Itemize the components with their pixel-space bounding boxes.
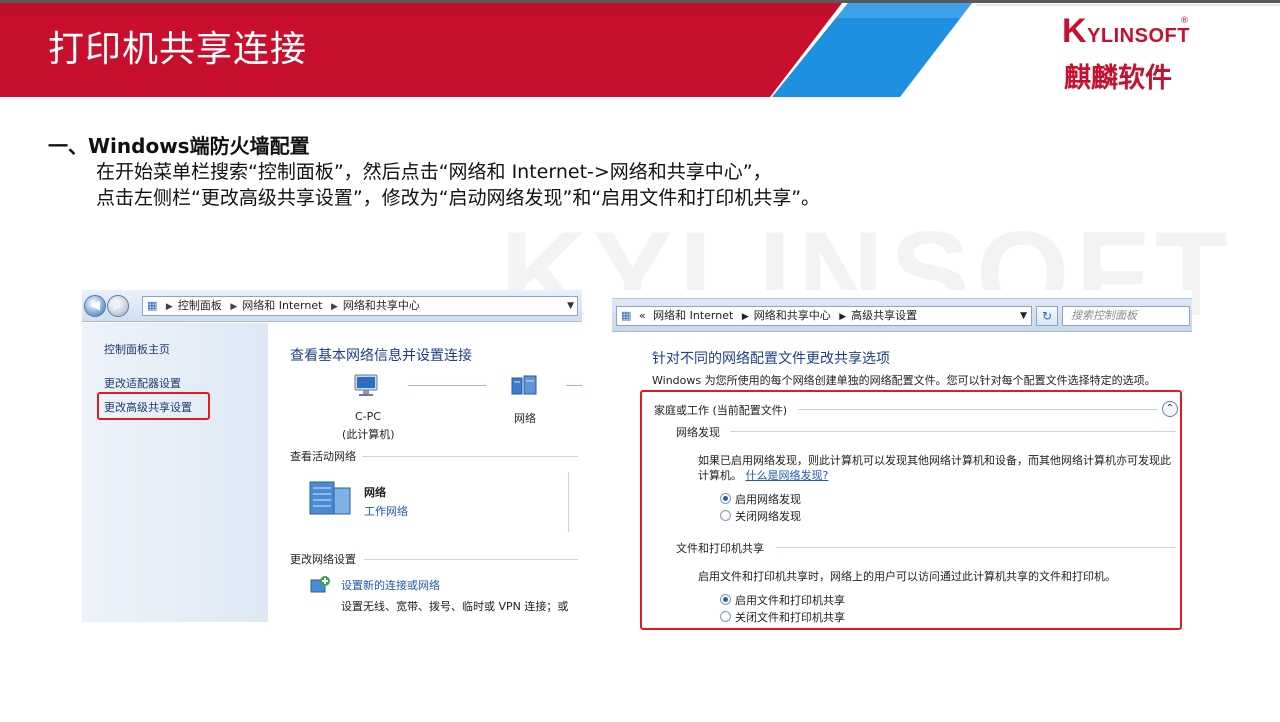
discovery-on-label[interactable]: 启用网络发现 — [735, 491, 801, 507]
highlight-box — [640, 390, 1182, 630]
sharing-description: 启用文件和打印机共享时，网络上的用户可以访问通过此计算机共享的文件和打印机。 — [698, 570, 1116, 583]
breadcrumb-item[interactable]: 控制面板 — [178, 299, 222, 312]
network-label: 网络 — [514, 412, 536, 425]
sharing-off-label[interactable]: 关闭文件和打印机共享 — [735, 609, 845, 625]
screenshot-network-sharing-center: ◀ ▶ ▦ ▶ 控制面板 ▶ 网络和 Internet ▶ 网络和共享中心 ▼ 控制面… — [82, 290, 582, 622]
collapse-icon[interactable]: ⌃ — [1162, 401, 1178, 417]
section-text: 一、Windows端防火墙配置 在开始菜单栏搜索“控制面板”，然后点击“网络和 … — [48, 130, 820, 211]
sidebar-item-control-panel-home[interactable]: 控制面板主页 — [104, 341, 170, 357]
network-icon — [511, 375, 537, 395]
divider — [798, 409, 1158, 410]
breadcrumb[interactable]: ▦ « 网络和 Internet ▶ 网络和共享中心 ▶ 高级共享设置 ▼ — [616, 306, 1032, 326]
network-type-link[interactable]: 工作网络 — [364, 503, 408, 519]
pc-name: C-PC — [355, 410, 381, 423]
breadcrumb[interactable]: ▦ ▶ 控制面板 ▶ 网络和 Internet ▶ 网络和共享中心 ▼ — [142, 296, 578, 316]
instruction-line-1: 在开始菜单栏搜索“控制面板”，然后点击“网络和 Internet->网络和共享中… — [96, 161, 772, 183]
sharing-heading: 文件和打印机共享 — [676, 542, 764, 555]
page-title: 打印机共享连接 — [48, 29, 308, 70]
search-input[interactable]: 搜索控制面板 — [1062, 306, 1190, 326]
address-bar: ▦ « 网络和 Internet ▶ 网络和共享中心 ▶ 高级共享设置 ▼ ↻ 搜索… — [612, 298, 1192, 332]
active-networks-label: 查看活动网络 — [290, 450, 356, 463]
page-description: Windows 为您所使用的每个网络创建单独的网络配置文件。您可以针对每个配置文… — [652, 374, 1156, 387]
chevron-down-icon[interactable]: ▼ — [1020, 307, 1027, 325]
discovery-description: 如果已启用网络发现，则此计算机可以发现其他网络计算机和设备，而其他网络计算机亦可… — [698, 454, 1171, 467]
logo-chinese: 麒麟软件 — [1064, 63, 1172, 94]
new-connection-icon — [310, 576, 330, 593]
breadcrumb-item[interactable]: 网络和 Internet — [242, 299, 322, 312]
page-heading: 针对不同的网络配置文件更改共享选项 — [652, 351, 890, 367]
header-banner: 打印机共享连接 KYLINSOFT ® 麒麟软件 — [0, 0, 1280, 97]
sharing-off-radio[interactable] — [720, 611, 731, 622]
breadcrumb-item[interactable]: 高级共享设置 — [851, 309, 917, 322]
setup-connection-description: 设置无线、宽带、拨号、临时或 VPN 连接；或 — [341, 600, 569, 613]
discovery-off-radio[interactable] — [720, 510, 731, 521]
connection-line — [566, 385, 582, 386]
pc-subtitle: (此计算机) — [342, 428, 395, 441]
change-network-settings-label: 更改网络设置 — [290, 553, 356, 566]
forward-arrow-icon[interactable]: ▶ — [107, 295, 129, 317]
breadcrumb-item[interactable]: 网络和共享中心 — [343, 299, 420, 312]
kylinsoft-logo: KYLINSOFT ® 麒麟软件 — [1062, 12, 1192, 94]
breadcrumb-item[interactable]: 网络和 Internet — [653, 309, 733, 322]
active-network-name: 网络 — [364, 486, 386, 499]
refresh-icon[interactable]: ↻ — [1036, 306, 1058, 326]
divider — [730, 431, 1176, 432]
sidebar-item-adapter-settings[interactable]: 更改适配器设置 — [104, 375, 181, 391]
instruction-line-2: 点击左侧栏“更改高级共享设置”，修改为“启动网络发现”和“启用文件和打印机共享”… — [96, 187, 821, 209]
address-bar: ◀ ▶ ▦ ▶ 控制面板 ▶ 网络和 Internet ▶ 网络和共享中心 ▼ — [82, 290, 582, 322]
screenshot-advanced-sharing-settings: ▦ « 网络和 Internet ▶ 网络和共享中心 ▶ 高级共享设置 ▼ ↻ 搜索… — [612, 290, 1192, 635]
highlight-box — [97, 392, 210, 420]
discovery-off-label[interactable]: 关闭网络发现 — [735, 508, 801, 524]
back-arrow-icon[interactable]: ◀ — [84, 295, 106, 317]
chevron-down-icon[interactable]: ▼ — [567, 297, 574, 315]
breadcrumb-overflow[interactable]: « — [639, 309, 646, 322]
section-heading: 一、Windows端防火墙配置 — [48, 134, 310, 158]
divider — [776, 547, 1176, 548]
discovery-help-link[interactable]: 什么是网络发现? — [746, 469, 829, 482]
sharing-on-radio[interactable] — [720, 594, 731, 605]
discovery-heading: 网络发现 — [676, 426, 720, 439]
divider — [364, 559, 578, 560]
sharing-on-label[interactable]: 启用文件和打印机共享 — [735, 592, 845, 608]
discovery-description-cont: 计算机。 什么是网络发现? — [698, 469, 829, 482]
control-panel-icon: ▦ — [147, 299, 158, 312]
discovery-on-radio[interactable] — [720, 493, 731, 504]
profile-heading: 家庭或工作 (当前配置文件) — [654, 404, 788, 417]
logo-registered-mark: ® — [1180, 16, 1189, 26]
connection-line — [408, 385, 486, 386]
breadcrumb-item[interactable]: 网络和共享中心 — [754, 309, 831, 322]
computer-icon — [354, 374, 378, 396]
main-heading: 查看基本网络信息并设置连接 — [290, 348, 472, 364]
logo-english: KYLINSOFT — [1062, 12, 1190, 50]
divider — [362, 456, 578, 457]
control-panel-icon: ▦ — [621, 309, 632, 322]
network-building-icon — [309, 481, 351, 515]
setup-connection-link[interactable]: 设置新的连接或网络 — [341, 577, 440, 593]
left-sidebar: 控制面板主页 更改适配器设置 更改高级共享设置 — [82, 323, 268, 622]
divider — [568, 472, 569, 532]
